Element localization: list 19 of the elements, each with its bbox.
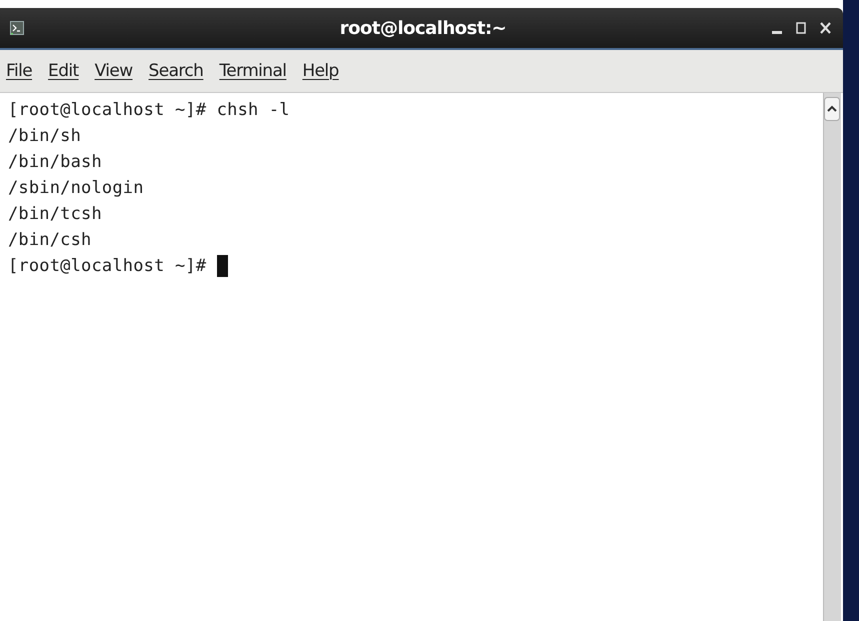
terminal-line: [root@localhost ~]# chsh -l bbox=[8, 98, 290, 122]
menu-item[interactable]: Help bbox=[302, 61, 339, 81]
terminal-icon bbox=[10, 21, 24, 35]
menu-item[interactable]: Terminal bbox=[219, 61, 286, 81]
close-icon[interactable] bbox=[820, 22, 831, 34]
menu-item[interactable]: View bbox=[94, 61, 133, 81]
menu-item[interactable]: Search bbox=[148, 61, 204, 81]
scrollbar[interactable] bbox=[823, 93, 841, 621]
terminal-line: [root@localhost ~]# bbox=[8, 254, 208, 278]
window-title: root@localhost:~ bbox=[338, 18, 506, 38]
terminal-line: /bin/sh bbox=[8, 124, 82, 148]
terminal-line: /bin/bash bbox=[8, 150, 102, 174]
menu-item[interactable]: Edit bbox=[48, 61, 79, 81]
scroll-up-icon[interactable] bbox=[824, 97, 840, 121]
maximize-icon[interactable] bbox=[796, 22, 806, 34]
menu-item[interactable]: File bbox=[6, 61, 32, 81]
terminal-line: /sbin/nologin bbox=[8, 176, 144, 200]
terminal-line: /bin/csh bbox=[8, 228, 92, 252]
terminal-line: /bin/tcsh bbox=[8, 202, 102, 226]
